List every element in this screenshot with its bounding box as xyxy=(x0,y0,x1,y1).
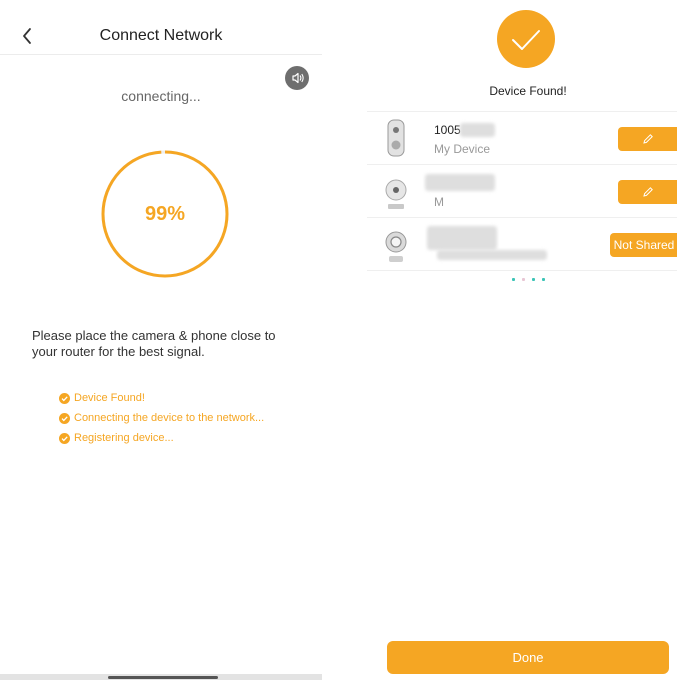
device-row[interactable]: M xyxy=(367,165,677,217)
loading-dot xyxy=(532,278,535,281)
page-title: Device Found! xyxy=(489,84,567,98)
redacted-text xyxy=(427,226,497,250)
check-circle-icon xyxy=(59,392,70,404)
page-title: Connect Network xyxy=(99,27,223,44)
header-divider xyxy=(0,54,322,55)
device-row[interactable]: Not Shared xyxy=(367,218,677,270)
row-divider xyxy=(367,270,677,271)
loading-dot xyxy=(522,278,525,281)
redacted-text xyxy=(437,250,547,260)
check-circle-icon xyxy=(59,412,70,424)
doorbell-camera-icon xyxy=(387,119,405,157)
pencil-icon xyxy=(643,134,653,144)
step-label: Connecting the device to the network... xyxy=(74,412,265,424)
loading-dot xyxy=(542,278,545,281)
step-label: Device Found! xyxy=(74,392,145,404)
loading-dot xyxy=(512,278,515,281)
device-row[interactable]: 1005 My Device xyxy=(367,112,677,164)
device-subtitle: My Device xyxy=(434,142,491,156)
placement-hint: Please place the camera & phone close to… xyxy=(32,328,276,359)
speaker-icon[interactable] xyxy=(285,66,309,90)
cube-camera-icon xyxy=(385,179,407,209)
connection-steps: Device Found! Connecting the device to t… xyxy=(59,388,264,448)
pencil-icon xyxy=(643,187,653,197)
step-label: Registering device... xyxy=(74,432,174,444)
step-connecting: Connecting the device to the network... xyxy=(59,408,264,428)
connection-status: connecting... xyxy=(121,88,201,104)
edit-device-button[interactable] xyxy=(618,180,677,204)
step-device-found: Device Found! xyxy=(59,388,264,408)
device-subtitle: M xyxy=(434,195,444,209)
pan-tilt-camera-icon xyxy=(385,231,407,262)
check-badge-icon xyxy=(497,10,555,68)
not-shared-button[interactable]: Not Shared xyxy=(610,233,677,257)
step-registering: Registering device... xyxy=(59,428,264,448)
redacted-text xyxy=(425,174,495,191)
check-circle-icon xyxy=(59,432,70,444)
home-indicator[interactable] xyxy=(108,676,218,679)
connect-network-screen: Connect Network connecting... 99% Please… xyxy=(0,0,322,680)
device-found-screen: Device Found! 1005 My Device M Not Share… xyxy=(367,0,677,680)
edit-device-button[interactable] xyxy=(618,127,677,151)
loading-dots xyxy=(512,278,552,281)
done-button[interactable]: Done xyxy=(387,641,669,674)
device-name: 1005 xyxy=(434,123,461,137)
redacted-text xyxy=(460,123,495,137)
progress-percent: 99% xyxy=(144,202,186,225)
